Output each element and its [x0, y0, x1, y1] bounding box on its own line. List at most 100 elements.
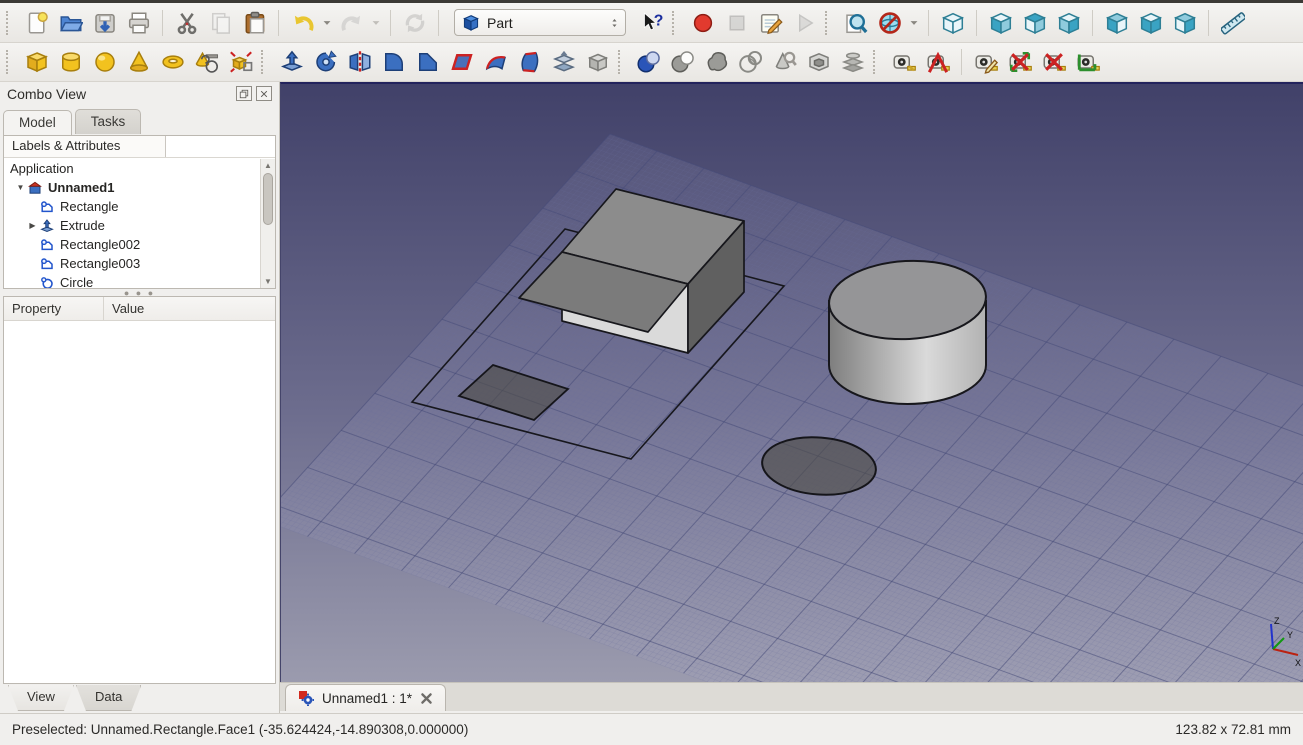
expander-icon[interactable]: ▼	[14, 183, 27, 192]
part-cross-sections-button[interactable]	[836, 46, 869, 78]
measure-toggle-all-button[interactable]	[1003, 46, 1036, 78]
macro-record-button[interactable]	[686, 7, 719, 39]
part-shapebuilder-button[interactable]	[224, 46, 257, 78]
scrollbar-thumb[interactable]	[263, 173, 273, 225]
part-torus-button[interactable]	[156, 46, 189, 78]
macro-play-button[interactable]	[788, 7, 821, 39]
part-loft-icon	[520, 51, 538, 73]
cylinder[interactable]	[827, 257, 988, 405]
tree-item-rectangle003[interactable]: Rectangle003	[4, 254, 260, 273]
part-cylinder-button[interactable]	[54, 46, 87, 78]
open-folder-button[interactable]	[54, 7, 87, 39]
view-left-icon	[1173, 12, 1196, 34]
cut-button[interactable]	[170, 7, 203, 39]
tab-model[interactable]: Model	[3, 110, 72, 135]
toolbar-grip[interactable]	[6, 10, 13, 35]
measure-linear-button[interactable]	[887, 46, 920, 78]
part-extrude-button[interactable]	[275, 46, 308, 78]
toolbar-grip[interactable]	[261, 50, 268, 74]
toolbar-grip[interactable]	[873, 50, 880, 74]
part-thickness-button[interactable]	[581, 46, 614, 78]
part-cone-button[interactable]	[122, 46, 155, 78]
save-button[interactable]	[88, 7, 121, 39]
tree-item-extrude[interactable]: ▶ Extrude	[4, 216, 260, 235]
part-primitives-button[interactable]	[190, 46, 223, 78]
copy-button[interactable]	[204, 7, 237, 39]
paste-button[interactable]	[238, 7, 271, 39]
part-box-button[interactable]	[20, 46, 53, 78]
svg-text:?: ?	[653, 12, 663, 29]
measure-distance-button[interactable]	[1216, 7, 1249, 39]
workbench-selector[interactable]: Part	[454, 9, 626, 36]
macro-edit-button[interactable]	[754, 7, 787, 39]
panel-splitter[interactable]: ● ● ●	[0, 288, 279, 298]
measure-toggle-3d-button[interactable]	[1037, 46, 1070, 78]
part-boolean-button[interactable]	[632, 46, 665, 78]
workbench-spinner-icon[interactable]	[609, 16, 620, 30]
part-fillet-button[interactable]	[377, 46, 410, 78]
column-property[interactable]: Property	[4, 297, 104, 320]
measure-toggle-delta-icon	[1077, 54, 1100, 72]
column-value[interactable]: Value	[104, 297, 275, 320]
fit-all-button[interactable]	[839, 7, 872, 39]
3d-viewport[interactable]: Z Y X	[281, 84, 1303, 682]
whatsthis-button[interactable]: ?	[635, 7, 668, 39]
undo-button[interactable]	[286, 7, 319, 39]
toolbar-grip[interactable]	[618, 50, 625, 74]
part-compound-button[interactable]	[802, 46, 835, 78]
draw-style-button[interactable]	[873, 7, 906, 39]
panel-float-button[interactable]	[236, 86, 252, 101]
part-ruled-surface-button[interactable]	[479, 46, 512, 78]
panel-close-button[interactable]	[256, 86, 272, 101]
dropdown-caret[interactable]	[320, 7, 334, 39]
new-document-button[interactable]	[20, 7, 53, 39]
tree-item-rectangle002[interactable]: Rectangle002	[4, 235, 260, 254]
part-intersection-button[interactable]	[734, 46, 767, 78]
toolbar-grip[interactable]	[672, 10, 679, 35]
tree-scrollbar[interactable]: ▲ ▼	[260, 159, 275, 288]
macro-stop-button[interactable]	[720, 7, 753, 39]
expander-icon[interactable]: ▶	[26, 221, 39, 230]
print-button[interactable]	[122, 7, 155, 39]
scroll-up-icon[interactable]: ▲	[261, 159, 275, 172]
view-front-button[interactable]	[984, 7, 1017, 39]
measure-toggle-delta-button[interactable]	[1071, 46, 1104, 78]
redo-button[interactable]	[335, 7, 368, 39]
scroll-down-icon[interactable]: ▼	[261, 275, 275, 288]
view-rear-button[interactable]	[1100, 7, 1133, 39]
part-makeface-button[interactable]	[445, 46, 478, 78]
part-cut-button[interactable]	[666, 46, 699, 78]
dropdown-caret[interactable]	[369, 7, 383, 39]
view-axonometric-button[interactable]	[936, 7, 969, 39]
part-sphere-button[interactable]	[88, 46, 121, 78]
view-left-button[interactable]	[1168, 7, 1201, 39]
tree-item-application[interactable]: Application	[4, 159, 260, 178]
dropdown-caret[interactable]	[907, 7, 921, 39]
tab-view[interactable]: View	[8, 685, 74, 711]
document-tab[interactable]: Unnamed1 : 1*	[285, 684, 447, 711]
tab-close-icon[interactable]	[420, 692, 433, 705]
tab-data[interactable]: Data	[76, 685, 141, 711]
toolbar-separator	[928, 9, 929, 36]
part-revolve-button[interactable]	[309, 46, 342, 78]
part-chamfer-button[interactable]	[411, 46, 444, 78]
toolbar-grip[interactable]	[6, 50, 13, 74]
view-right-button[interactable]	[1052, 7, 1085, 39]
part-mirror-button[interactable]	[343, 46, 376, 78]
part-loft-button[interactable]	[513, 46, 546, 78]
tree-item-circle[interactable]: Circle	[4, 273, 260, 288]
part-check-geometry-button[interactable]	[768, 46, 801, 78]
property-table-body[interactable]	[4, 321, 275, 683]
view-bottom-button[interactable]	[1134, 7, 1167, 39]
measure-edit-button[interactable]	[969, 46, 1002, 78]
tree-item-rectangle[interactable]: Rectangle	[4, 197, 260, 216]
tree-item-unnamed1[interactable]: ▼ Unnamed1	[4, 178, 260, 197]
part-union-button[interactable]	[700, 46, 733, 78]
measure-angular-button[interactable]	[921, 46, 954, 78]
refresh-button[interactable]	[398, 7, 431, 39]
view-top-button[interactable]	[1018, 7, 1051, 39]
part-offset-button[interactable]	[547, 46, 580, 78]
toolbar-grip[interactable]	[825, 10, 832, 35]
tab-tasks[interactable]: Tasks	[74, 109, 142, 134]
workbench-cube-icon	[463, 14, 479, 31]
